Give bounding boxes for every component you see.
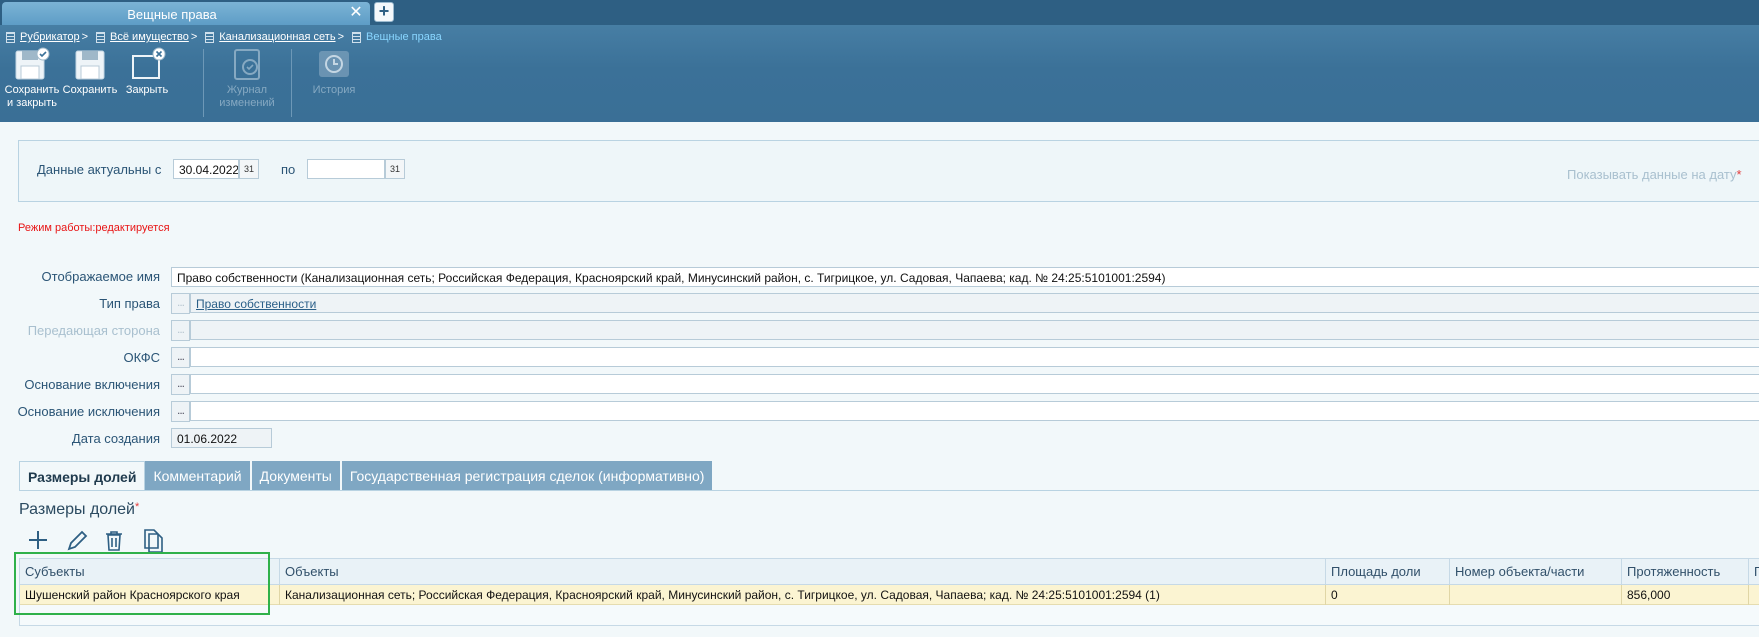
tab-share-sizes[interactable]: Размеры долей bbox=[19, 461, 146, 491]
document-icon bbox=[205, 31, 215, 43]
save-label: Сохранить bbox=[62, 84, 118, 96]
cell-length: 856,000 bbox=[1622, 585, 1749, 605]
column-header-share-area[interactable]: Площадь доли bbox=[1326, 559, 1450, 585]
table-row[interactable]: Шушенский район Красноярского края Канал… bbox=[20, 585, 1759, 605]
right-type-link[interactable]: Право собственности bbox=[196, 297, 316, 311]
journal-icon bbox=[234, 49, 260, 80]
creation-date-field: 01.06.2022 bbox=[171, 428, 272, 448]
window-tabstrip: Вещные права ✕ + bbox=[0, 0, 1759, 25]
edit-icon[interactable] bbox=[63, 527, 89, 553]
actual-from-label: Данные актуальны с bbox=[37, 162, 162, 177]
close-button[interactable]: Закрыть bbox=[122, 47, 172, 119]
cell-share-area: 0 bbox=[1326, 585, 1450, 605]
add-tab-button[interactable]: + bbox=[374, 2, 394, 22]
breadcrumb-item-all-property[interactable]: Всё имущество bbox=[110, 31, 189, 43]
section-title-text: Размеры долей bbox=[19, 501, 135, 518]
table-header: Субъекты Объекты Площадь доли Номер объе… bbox=[20, 559, 1759, 585]
breadcrumb-separator: > bbox=[81, 31, 89, 43]
add-icon[interactable] bbox=[25, 527, 51, 553]
document-icon bbox=[352, 31, 361, 43]
tab-comment[interactable]: Комментарий bbox=[145, 461, 252, 491]
column-header-subjects[interactable]: Субъекты bbox=[20, 559, 280, 585]
save-button[interactable]: Сохранить bbox=[62, 47, 118, 119]
transferring-party-lookup-button[interactable]: ... bbox=[171, 320, 190, 341]
column-header-object-number[interactable]: Номер объекта/части bbox=[1450, 559, 1622, 585]
calendar-icon[interactable]: 31 bbox=[385, 159, 405, 179]
right-type-lookup-button[interactable]: ... bbox=[171, 293, 190, 314]
column-header-length[interactable]: Протяженность bbox=[1622, 559, 1749, 585]
tab-state-registration[interactable]: Государственная регистрация сделок (инфо… bbox=[341, 461, 715, 491]
tab-documents[interactable]: Документы bbox=[251, 461, 342, 491]
breadcrumb-item-rubricator[interactable]: Рубрикатор bbox=[20, 31, 80, 43]
okfs-lookup-button[interactable]: ... bbox=[171, 347, 190, 368]
save-icon bbox=[75, 50, 105, 80]
detail-tabs: Размеры долей Комментарий Документы Госу… bbox=[19, 461, 715, 491]
actual-to-input[interactable] bbox=[307, 159, 385, 179]
show-on-date-label-text: Показывать данные на дату bbox=[1567, 167, 1737, 182]
save-and-close-label: Сохранить и закрыть bbox=[4, 84, 60, 109]
column-header-truncated[interactable]: Пере bbox=[1749, 559, 1759, 585]
date-to-label: по bbox=[281, 162, 296, 177]
display-name-label: Отображаемое имя bbox=[41, 269, 160, 284]
column-header-objects[interactable]: Объекты bbox=[280, 559, 1326, 585]
breadcrumb-separator: > bbox=[190, 31, 198, 43]
transferring-party-field bbox=[190, 320, 1759, 340]
breadcrumb-separator: > bbox=[337, 31, 344, 43]
okfs-field[interactable] bbox=[190, 347, 1759, 367]
okfs-label: ОКФС bbox=[123, 350, 160, 365]
toolbar-area: Рубрикатор > Всё имущество > Канализацио… bbox=[0, 25, 1759, 122]
cell-subject: Шушенский район Красноярского края bbox=[20, 585, 280, 605]
cell-object-number bbox=[1450, 585, 1622, 605]
document-icon bbox=[6, 31, 15, 43]
toolbar-separator bbox=[203, 49, 204, 117]
actual-from-input[interactable]: 30.04.2022 bbox=[173, 159, 239, 179]
toolbar-separator bbox=[291, 49, 292, 117]
close-window-icon bbox=[132, 47, 166, 79]
calendar-icon[interactable]: 31 bbox=[239, 159, 259, 179]
copy-icon[interactable] bbox=[139, 527, 165, 553]
required-mark: * bbox=[1736, 167, 1742, 182]
creation-date-label: Дата создания bbox=[71, 431, 160, 446]
history-label: История bbox=[312, 84, 356, 96]
tab-veshchnye-prava[interactable]: Вещные права ✕ bbox=[2, 2, 370, 25]
exclusion-basis-lookup-button[interactable]: ... bbox=[171, 401, 190, 422]
exclusion-basis-field[interactable] bbox=[190, 401, 1759, 421]
exclusion-basis-label: Основание исключения bbox=[17, 404, 160, 419]
transferring-party-label: Передающая сторона bbox=[27, 323, 160, 338]
inclusion-basis-lookup-button[interactable]: ... bbox=[171, 374, 190, 395]
cell-truncated bbox=[1749, 585, 1759, 605]
change-journal-label: Журнал изменений bbox=[219, 84, 275, 109]
inclusion-basis-label: Основание включения bbox=[24, 377, 160, 392]
mode-status: Режим работы:редактируется bbox=[18, 222, 170, 234]
delete-icon[interactable] bbox=[101, 527, 127, 553]
tab-divider bbox=[19, 490, 1759, 491]
change-journal-button[interactable]: Журнал изменений bbox=[212, 47, 282, 119]
save-close-icon bbox=[15, 47, 50, 80]
breadcrumb: Рубрикатор > Всё имущество > Канализацио… bbox=[0, 29, 446, 45]
shares-table: Субъекты Объекты Площадь доли Номер объе… bbox=[19, 558, 1759, 626]
close-icon[interactable]: ✕ bbox=[348, 5, 364, 21]
tab-title: Вещные права bbox=[127, 7, 217, 22]
save-and-close-button[interactable]: Сохранить и закрыть bbox=[2, 47, 62, 119]
breadcrumb-item-current: Вещные права bbox=[366, 31, 442, 43]
document-icon bbox=[96, 31, 106, 43]
close-label: Закрыть bbox=[125, 84, 169, 96]
date-filter-panel: Данные актуальны с 30.04.2022 31 по 31 П… bbox=[18, 140, 1759, 202]
history-icon bbox=[319, 51, 349, 77]
show-on-date-label: Показывать данные на дату* bbox=[1567, 167, 1742, 182]
inclusion-basis-field[interactable] bbox=[190, 374, 1759, 394]
right-type-label: Тип права bbox=[99, 296, 160, 311]
history-button[interactable]: История bbox=[302, 47, 366, 119]
display-name-field[interactable]: Право собственности (Канализационная сет… bbox=[171, 267, 1759, 287]
cell-object: Канализационная сеть; Российская Федерац… bbox=[280, 585, 1326, 605]
breadcrumb-item-sewer-network[interactable]: Канализационная сеть bbox=[219, 31, 335, 43]
section-title: Размеры долей* bbox=[19, 501, 139, 519]
required-mark: * bbox=[135, 501, 140, 513]
right-type-field[interactable]: Право собственности bbox=[190, 293, 1759, 313]
